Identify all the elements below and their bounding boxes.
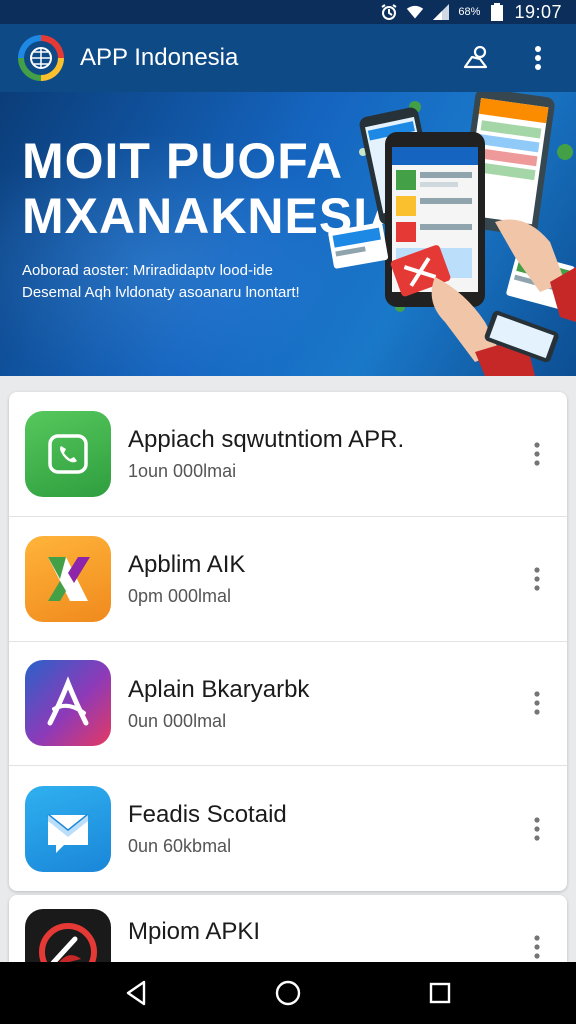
app-title: APP Indonesia — [80, 44, 239, 71]
list-item[interactable]: Feadis Scotaid 0un 60kbmal — [9, 766, 567, 891]
banner-subtitle-line1: Aoborad aoster: Mriradidaptv lood-ide — [22, 262, 273, 279]
status-bar: 68% 19:07 — [0, 0, 576, 24]
wifi-icon — [406, 4, 424, 20]
more-vert-icon — [534, 567, 540, 591]
back-button[interactable] — [106, 968, 166, 1018]
more-vert-icon — [534, 935, 540, 959]
app-meta: 0un 60kbmal — [128, 836, 232, 857]
x-app-icon — [25, 535, 111, 622]
recents-icon — [429, 982, 451, 1004]
app-logo — [18, 35, 64, 81]
app-meta: 1oun 000lmai — [128, 461, 237, 482]
app-meta: 0pm 000lmal — [128, 586, 232, 607]
banner-phones-illustration — [328, 92, 576, 376]
item-more-button[interactable] — [517, 549, 557, 609]
recents-button[interactable] — [410, 968, 470, 1018]
globe-icon — [30, 47, 52, 69]
back-icon — [126, 980, 146, 1006]
battery-icon — [488, 3, 506, 21]
more-vert-icon — [534, 442, 540, 466]
app-meta: 0un 000lmal — [128, 710, 227, 731]
overflow-menu-button[interactable] — [518, 38, 558, 78]
item-more-button[interactable] — [517, 673, 557, 733]
app-bar: APP Indonesia — [0, 24, 576, 92]
mail-app-icon — [25, 785, 111, 872]
app-name: Aplain Bkaryarbk — [128, 675, 310, 703]
list-item[interactable]: Appiach sqwutntiom APR. 1oun 000lmai — [9, 392, 567, 517]
promo-banner[interactable]: MOIT PUOFA MXANAKNESIA Aoborad aoster: M… — [0, 92, 576, 376]
app-name: Apblim AIK — [128, 551, 246, 579]
list-item[interactable]: Apblim AIK 0pm 000lmal — [9, 517, 567, 642]
system-nav-bar — [0, 962, 576, 1024]
app-name: Feadis Scotaid — [128, 801, 287, 829]
phone-app-icon — [25, 410, 111, 497]
battery-percent: 68% — [458, 6, 481, 18]
app-list: Appiach sqwutntiom APR. 1oun 000lmai Apb… — [9, 392, 567, 891]
banner-subtitle-line2: Desemal Aqh lvldonaty asoanaru lnontart! — [22, 284, 300, 301]
a-app-icon — [25, 660, 111, 747]
item-more-button[interactable] — [517, 424, 557, 484]
overflow-menu-icon — [535, 46, 541, 70]
more-vert-icon — [534, 817, 540, 841]
home-icon — [275, 980, 301, 1006]
app-name: Appiach sqwutntiom APR. — [128, 426, 405, 454]
status-time: 19:07 — [514, 1, 562, 22]
more-vert-icon — [534, 691, 540, 715]
item-more-button[interactable] — [517, 799, 557, 859]
list-item[interactable]: Aplain Bkaryarbk 0un 000lmal — [9, 642, 567, 767]
home-button[interactable] — [258, 968, 318, 1018]
profile-icon — [463, 45, 488, 69]
alarm-icon — [380, 4, 398, 20]
signal-icon — [432, 4, 450, 20]
profile-button[interactable] — [456, 38, 496, 78]
app-name: Mpiom APKI — [128, 918, 261, 945]
